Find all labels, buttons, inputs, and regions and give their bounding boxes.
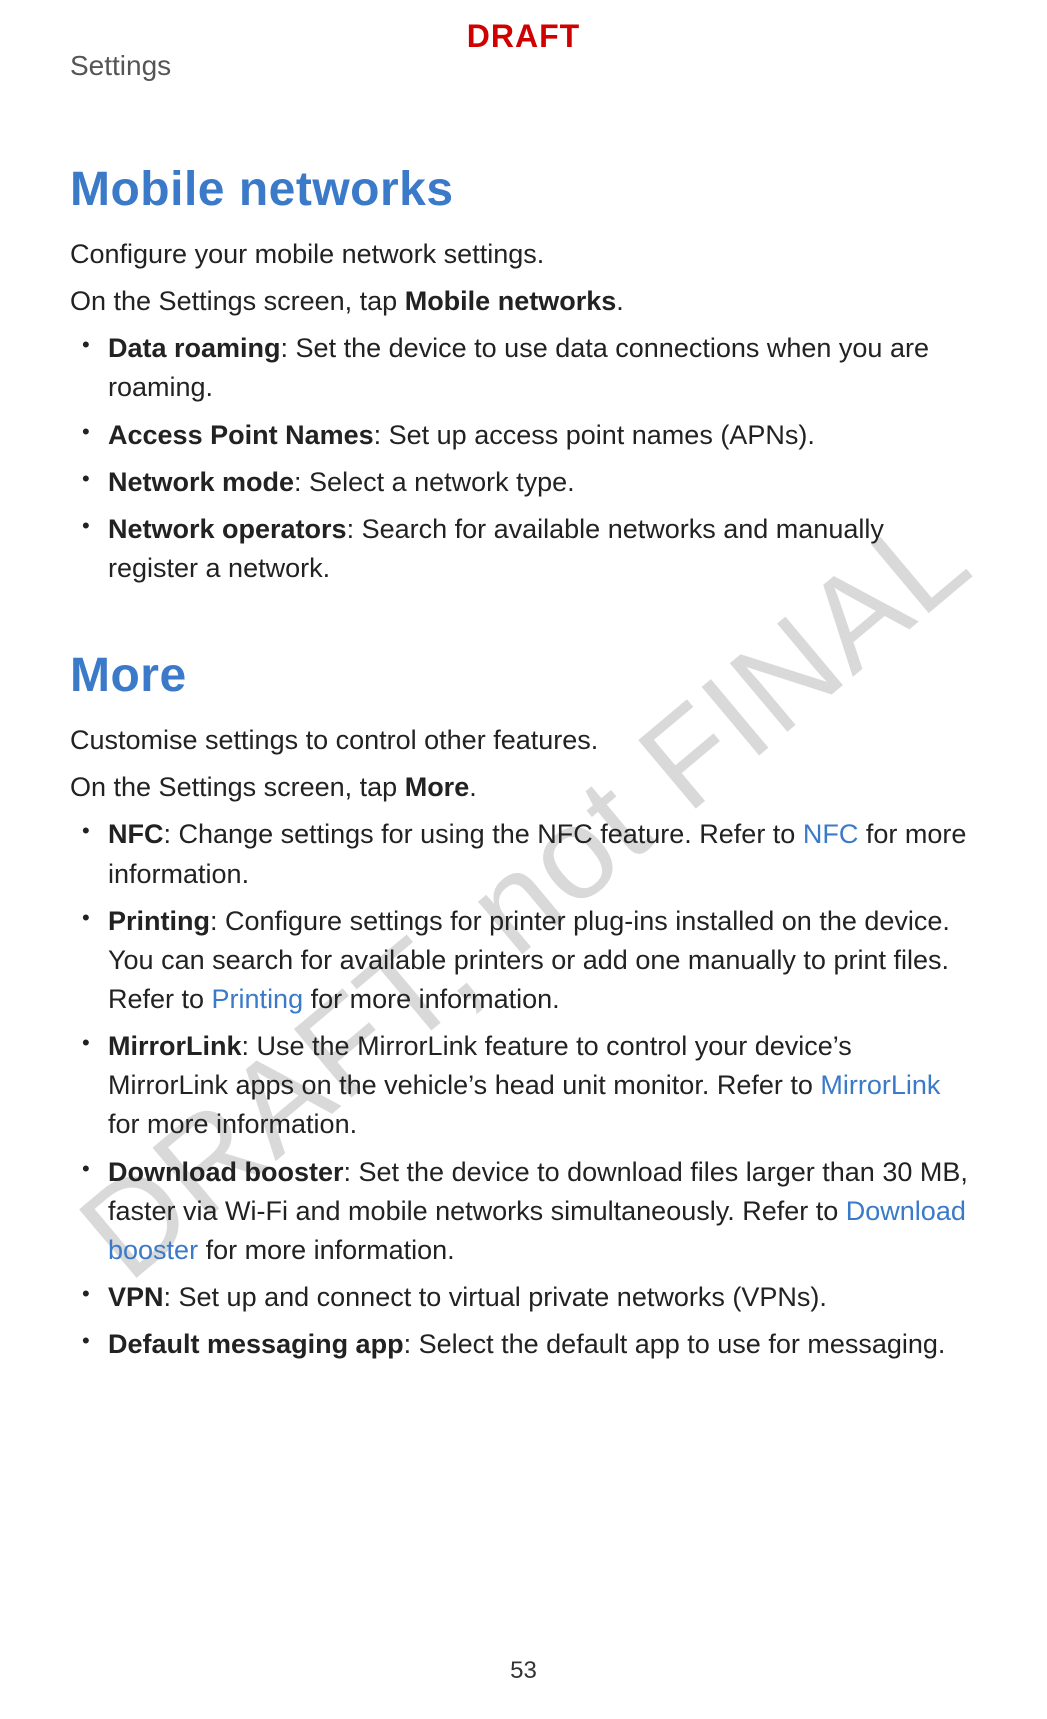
heading-mobile-networks: Mobile networks bbox=[70, 162, 977, 217]
item-text-post: for more information. bbox=[198, 1235, 455, 1265]
document-page: DRAFT Settings DRAFT, not FINAL Mobile n… bbox=[0, 0, 1047, 1719]
item-label: Network mode bbox=[108, 467, 294, 497]
item-label: Data roaming bbox=[108, 333, 281, 363]
item-label: NFC bbox=[108, 819, 164, 849]
item-label: MirrorLink bbox=[108, 1031, 242, 1061]
item-text: : Select a network type. bbox=[294, 467, 575, 497]
item-text: : Set up access point names (APNs). bbox=[374, 420, 815, 450]
list-item: Network operators: Search for available … bbox=[70, 510, 977, 588]
heading-more: More bbox=[70, 648, 977, 703]
intro2-bold: Mobile networks bbox=[405, 286, 617, 316]
list-item: Data roaming: Set the device to use data… bbox=[70, 329, 977, 407]
list-item: Access Point Names: Set up access point … bbox=[70, 416, 977, 455]
item-label: Default messaging app bbox=[108, 1329, 404, 1359]
item-text-post: for more information. bbox=[303, 984, 560, 1014]
item-text: : Set up and connect to virtual private … bbox=[164, 1282, 827, 1312]
more-intro2-bold: More bbox=[405, 772, 470, 802]
list-item: Printing: Configure settings for printer… bbox=[70, 902, 977, 1019]
list-item: Download booster: Set the device to down… bbox=[70, 1153, 977, 1270]
link-mirrorlink[interactable]: MirrorLink bbox=[820, 1070, 940, 1100]
item-label: Network operators bbox=[108, 514, 347, 544]
item-label: Access Point Names bbox=[108, 420, 374, 450]
item-label: VPN bbox=[108, 1282, 164, 1312]
page-number: 53 bbox=[510, 1657, 537, 1685]
intro2-pre: On the Settings screen, tap bbox=[70, 286, 405, 316]
bullet-list-2: NFC: Change settings for using the NFC f… bbox=[70, 815, 977, 1364]
intro-line-1: Configure your mobile network settings. bbox=[70, 235, 977, 274]
more-intro2-post: . bbox=[469, 772, 477, 802]
list-item: Default messaging app: Select the defaul… bbox=[70, 1325, 977, 1364]
item-text: : Select the default app to use for mess… bbox=[404, 1329, 946, 1359]
more-intro2-pre: On the Settings screen, tap bbox=[70, 772, 405, 802]
draft-stamp-top: DRAFT bbox=[467, 18, 580, 55]
intro-line-2: On the Settings screen, tap Mobile netwo… bbox=[70, 282, 977, 321]
item-label: Printing bbox=[108, 906, 210, 936]
list-item: VPN: Set up and connect to virtual priva… bbox=[70, 1278, 977, 1317]
link-nfc[interactable]: NFC bbox=[803, 819, 859, 849]
list-item: NFC: Change settings for using the NFC f… bbox=[70, 815, 977, 893]
item-label: Download booster bbox=[108, 1157, 344, 1187]
list-item: Network mode: Select a network type. bbox=[70, 463, 977, 502]
item-text-post: for more information. bbox=[108, 1109, 357, 1139]
more-intro-1: Customise settings to control other feat… bbox=[70, 721, 977, 760]
link-printing[interactable]: Printing bbox=[212, 984, 304, 1014]
intro2-post: . bbox=[616, 286, 624, 316]
more-intro-2: On the Settings screen, tap More. bbox=[70, 768, 977, 807]
bullet-list-1: Data roaming: Set the device to use data… bbox=[70, 329, 977, 588]
item-text: : Change settings for using the NFC feat… bbox=[164, 819, 803, 849]
list-item: MirrorLink: Use the MirrorLink feature t… bbox=[70, 1027, 977, 1144]
